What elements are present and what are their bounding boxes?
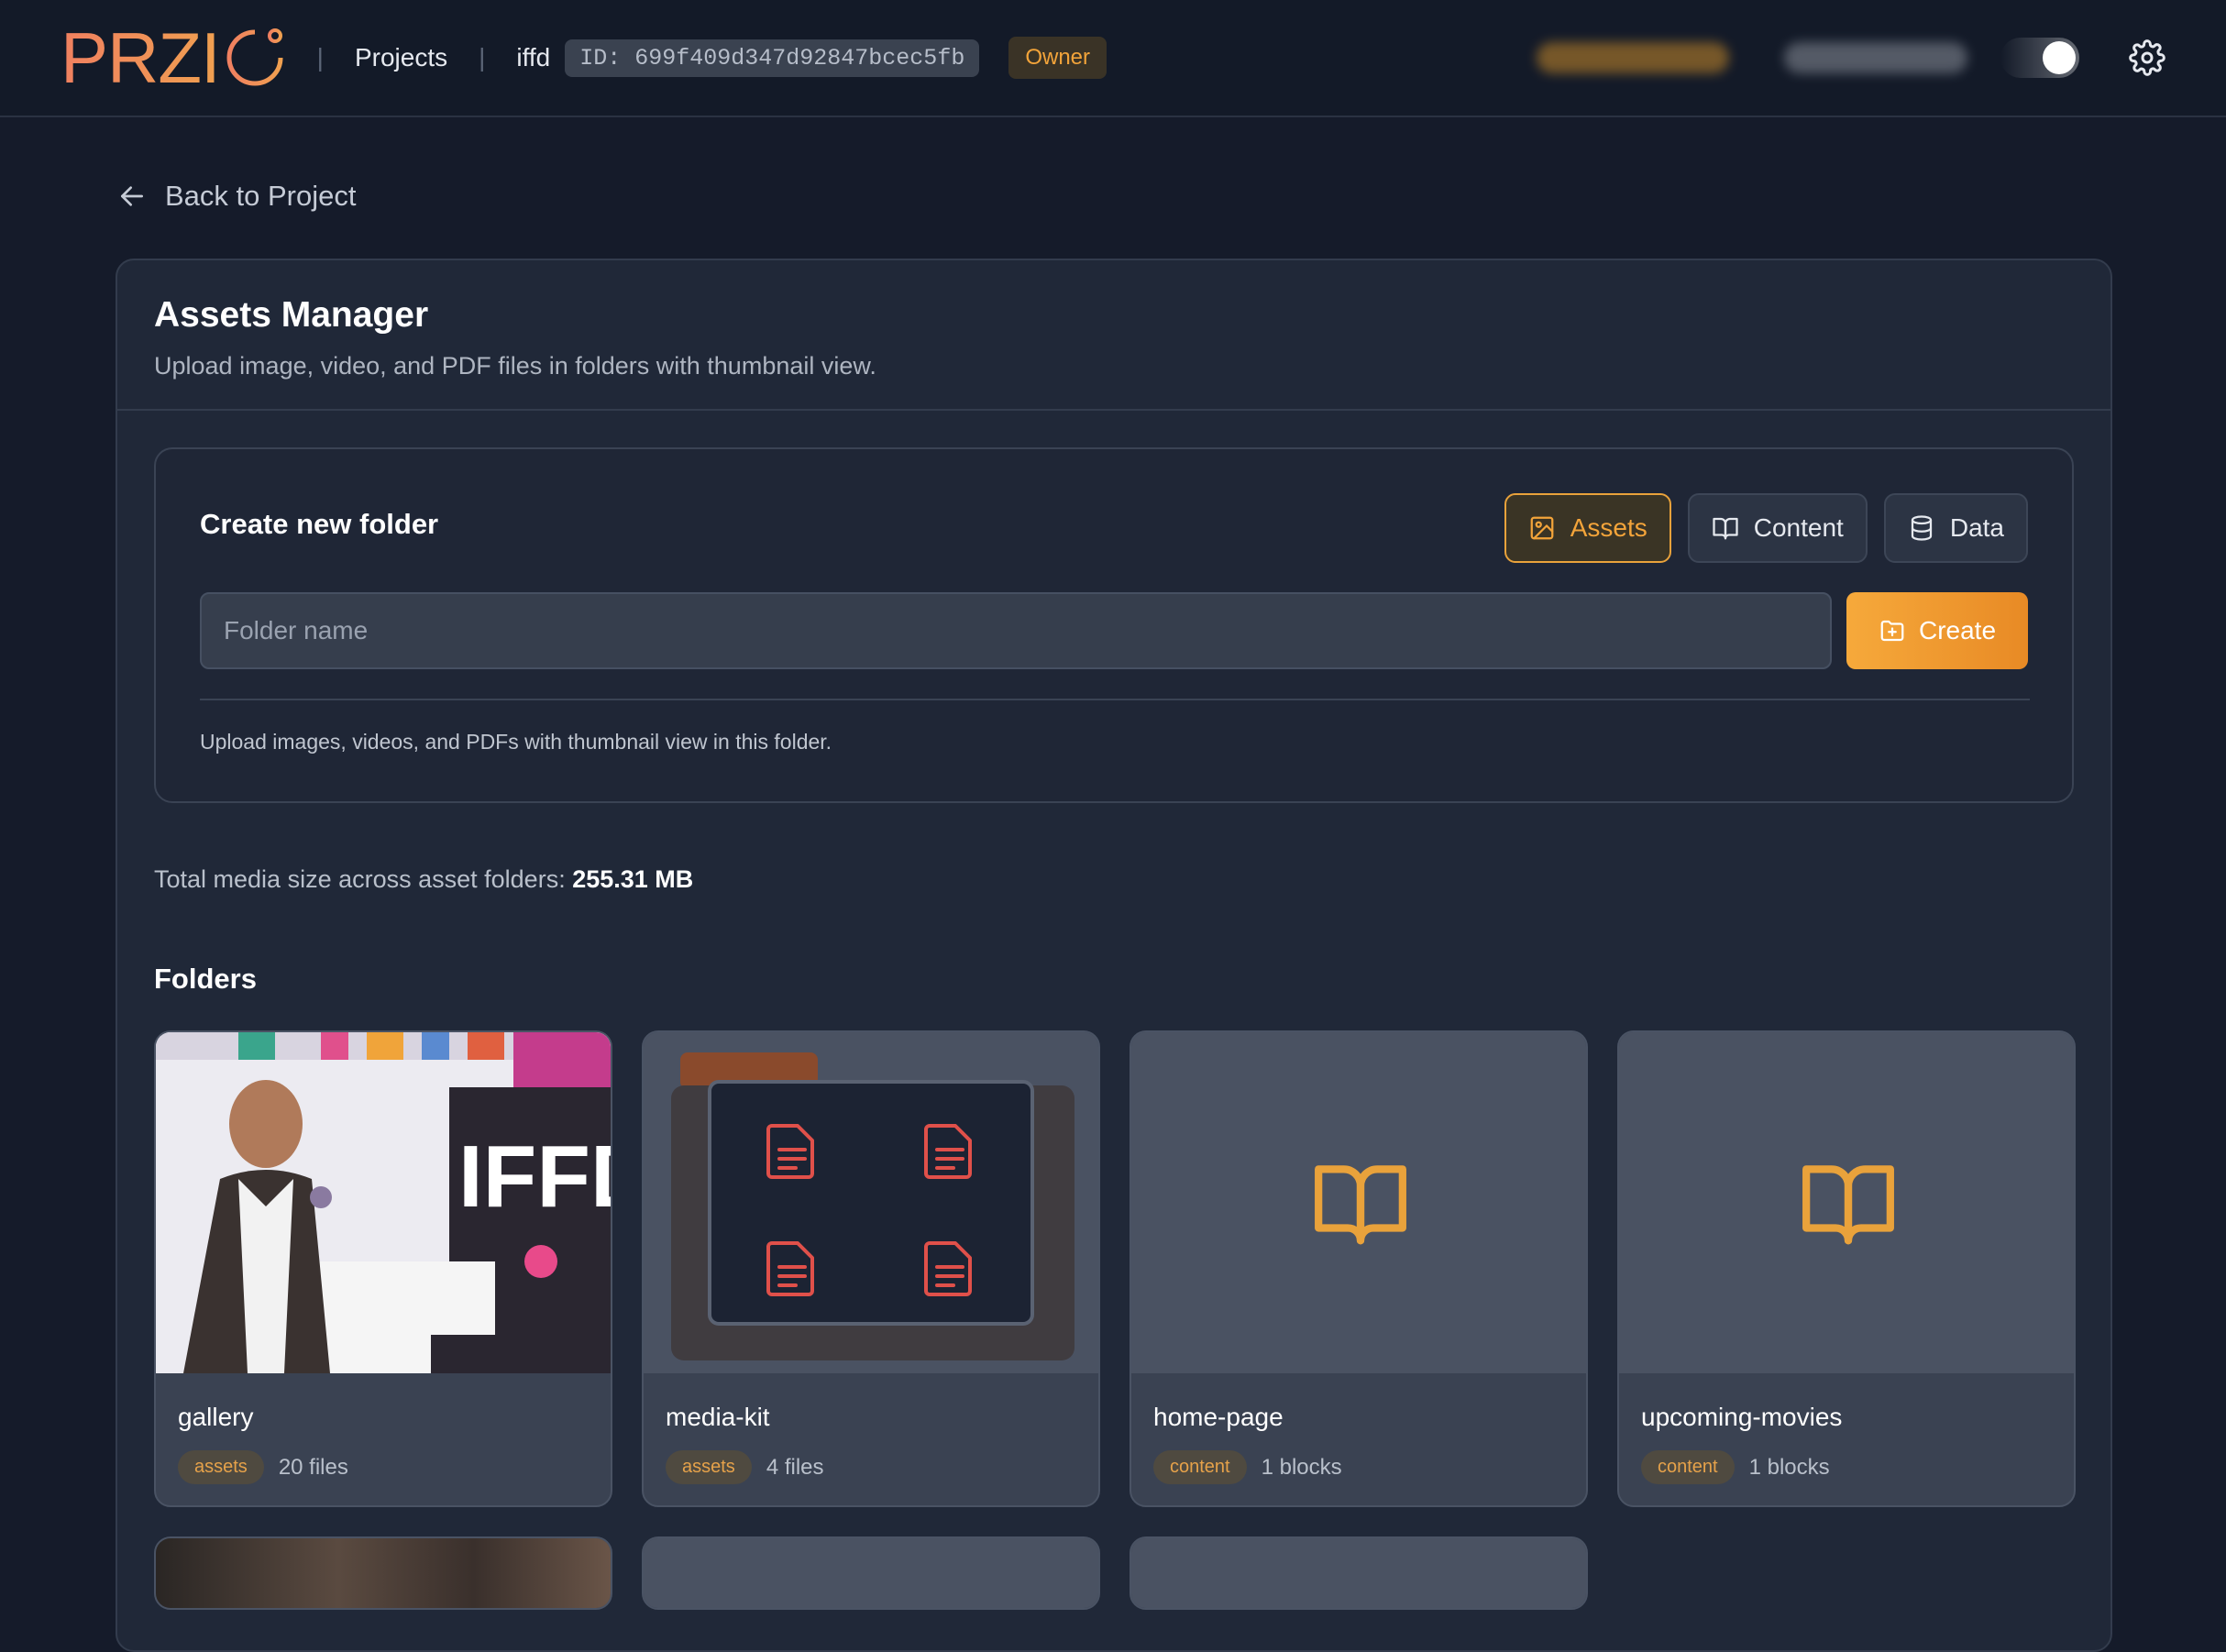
divider xyxy=(200,699,2030,700)
create-folder-hint: Upload images, videos, and PDFs with thu… xyxy=(200,730,832,754)
folder-item-count: 1 blocks xyxy=(1748,1454,1830,1480)
create-folder-panel: Create new folder Assets Content Data Cr… xyxy=(154,447,2074,803)
project-id-chip: ID: 699f409d347d92847bcec5fb xyxy=(565,39,980,77)
assets-manager-card: Assets Manager Upload image, video, and … xyxy=(116,259,2112,1652)
folder-thumbnail-empty xyxy=(644,1538,1098,1608)
folder-meta: assets 20 files xyxy=(178,1450,348,1484)
tab-assets[interactable]: Assets xyxy=(1504,493,1671,563)
folder-item-count: 4 files xyxy=(766,1454,824,1480)
folder-name: media-kit xyxy=(666,1403,770,1431)
image-icon xyxy=(1530,516,1554,540)
folder-type-tabs: Assets Content Data xyxy=(1504,493,2028,563)
folder-card-media-kit[interactable]: media-kit assets 4 files xyxy=(642,1030,1100,1507)
top-bar: PRZI | Projects | iffd ID: 699f409d347d9… xyxy=(0,0,2226,117)
folders-heading: Folders xyxy=(154,963,257,995)
folder-thumbnail-book xyxy=(1131,1032,1586,1373)
book-open-icon xyxy=(1713,517,1738,540)
gallery-photo-image: IFFD xyxy=(156,1032,612,1373)
role-badge: Owner xyxy=(1008,37,1107,79)
blurred-user-info xyxy=(1537,42,1729,73)
nav-projects-link[interactable]: Projects xyxy=(355,43,447,72)
folder-meta: content 1 blocks xyxy=(1153,1450,1342,1484)
total-media-size: Total media size across asset folders: 2… xyxy=(154,865,693,894)
separator: | xyxy=(479,43,486,72)
folder-type-tag: assets xyxy=(666,1450,752,1484)
folder-card-partial[interactable] xyxy=(642,1536,1100,1610)
create-folder-button[interactable]: Create xyxy=(1846,592,2028,669)
folder-type-tag: content xyxy=(1641,1450,1735,1484)
tab-label: Assets xyxy=(1570,513,1647,542)
folder-type-tag: content xyxy=(1153,1450,1247,1484)
folder-thumbnail-photo xyxy=(156,1538,611,1608)
folder-name: gallery xyxy=(178,1403,254,1431)
arrow-left-icon xyxy=(121,186,143,206)
logo-mark-icon xyxy=(226,28,283,86)
logo[interactable]: PRZI xyxy=(61,21,286,94)
blurred-user-email xyxy=(1784,42,1967,73)
folder-card-partial[interactable] xyxy=(1130,1536,1588,1610)
folder-name-input[interactable] xyxy=(200,592,1832,669)
card-header: Assets Manager Upload image, video, and … xyxy=(117,260,2110,411)
tab-label: Content xyxy=(1753,513,1844,542)
pdf-stack-illustration xyxy=(671,1052,1074,1360)
create-button-label: Create xyxy=(1918,616,1997,644)
back-link-label: Back to Project xyxy=(165,180,357,212)
folder-thumbnail-book xyxy=(1619,1032,2074,1373)
theme-toggle[interactable] xyxy=(2000,38,2079,78)
page-title: Assets Manager xyxy=(154,295,429,335)
logo-text: PRZI xyxy=(61,17,221,98)
folder-meta: content 1 blocks xyxy=(1641,1450,1830,1484)
svg-text:IFFD: IFFD xyxy=(458,1128,612,1226)
folder-name: upcoming-movies xyxy=(1641,1403,1843,1431)
database-icon xyxy=(1911,515,1932,541)
book-open-icon xyxy=(1802,1165,1894,1245)
folder-thumbnail-pdf-stack xyxy=(644,1032,1098,1373)
folder-card-upcoming-movies[interactable]: upcoming-movies content 1 blocks xyxy=(1617,1030,2076,1507)
back-to-project-link[interactable]: Back to Project xyxy=(117,180,356,213)
create-folder-title: Create new folder xyxy=(200,508,439,540)
total-size-value: 255.31 MB xyxy=(572,865,694,893)
project-name: iffd xyxy=(516,43,551,72)
folder-type-tag: assets xyxy=(178,1450,264,1484)
folder-name: home-page xyxy=(1153,1403,1284,1431)
total-size-label: Total media size across asset folders: xyxy=(154,865,573,893)
gear-icon[interactable] xyxy=(2129,39,2165,76)
folder-meta: assets 4 files xyxy=(666,1450,824,1484)
folder-plus-icon xyxy=(1880,620,1904,642)
separator: | xyxy=(316,43,324,72)
topbar-actions xyxy=(1537,38,2165,78)
folder-thumbnail-photo: IFFD xyxy=(156,1032,611,1373)
tab-content[interactable]: Content xyxy=(1687,493,1868,563)
book-open-icon xyxy=(1315,1165,1406,1245)
page-subtitle: Upload image, video, and PDF files in fo… xyxy=(154,352,876,380)
folder-card-partial[interactable] xyxy=(154,1536,612,1610)
tab-data[interactable]: Data xyxy=(1883,493,2028,563)
tab-label: Data xyxy=(1949,513,2004,542)
folder-item-count: 1 blocks xyxy=(1261,1454,1342,1480)
folder-card-home-page[interactable]: home-page content 1 blocks xyxy=(1130,1030,1588,1507)
toggle-knob xyxy=(2043,41,2076,74)
folder-card-gallery[interactable]: IFFD gallery assets 20 files xyxy=(154,1030,612,1507)
folder-item-count: 20 files xyxy=(278,1454,348,1480)
folder-thumbnail-empty xyxy=(1131,1538,1586,1608)
